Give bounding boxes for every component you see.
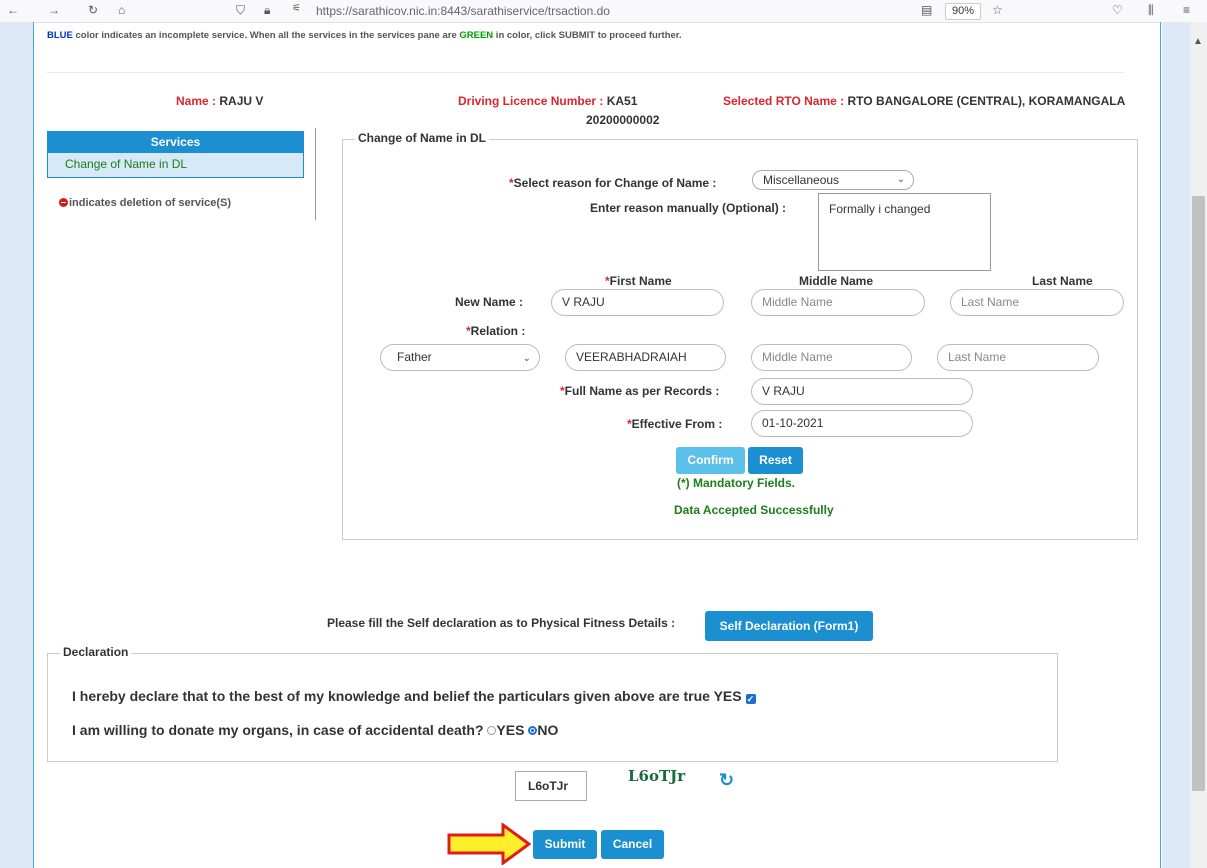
full-name-label: *Full Name as per Records : xyxy=(560,384,720,398)
manual-reason-textarea[interactable]: Formally i changed xyxy=(818,193,991,271)
chevron-down-icon: ⌄ xyxy=(896,174,905,185)
reader-view-icon[interactable]: ▤ xyxy=(921,3,932,17)
new-name-label: New Name : xyxy=(455,295,524,309)
permissions-icon[interactable]: ⚟ xyxy=(292,3,301,14)
refresh-captcha-icon[interactable]: ↻ xyxy=(719,770,734,791)
divider xyxy=(47,72,1124,73)
chevron-down-icon: ⌄ xyxy=(522,353,531,364)
first-name-header: *First Name xyxy=(605,274,672,288)
middle-name-header: Middle Name xyxy=(799,274,874,288)
home-icon[interactable]: ⌂ xyxy=(118,3,125,17)
effective-from-input[interactable]: 01-10-2021 xyxy=(751,410,973,437)
scrollbar-thumb[interactable] xyxy=(1192,196,1205,791)
forward-icon[interactable]: → xyxy=(48,3,60,17)
applicant-name: Name : RAJU V xyxy=(176,94,264,108)
declaration-fieldset xyxy=(47,653,1058,762)
shield-icon: ⛉ xyxy=(236,3,246,17)
new-middle-name-input[interactable]: Middle Name xyxy=(751,289,925,316)
pocket-icon[interactable]: ♡ xyxy=(1112,3,1123,17)
relation-label: *Relation : xyxy=(466,324,526,338)
cancel-button[interactable]: Cancel xyxy=(601,830,664,859)
submit-button[interactable]: Submit xyxy=(533,830,597,859)
organ-no-radio[interactable] xyxy=(528,726,538,735)
relation-last-name-input[interactable]: Last Name xyxy=(937,344,1099,371)
declaration-legend: Declaration xyxy=(60,645,132,659)
reason-select[interactable]: Miscellaneous ⌄ xyxy=(752,170,914,190)
captcha-input[interactable]: L6oTJr xyxy=(515,771,587,801)
self-declaration-label: Please fill the Self declaration as to P… xyxy=(327,616,676,630)
reset-button[interactable]: Reset xyxy=(748,447,803,474)
url-bar[interactable]: https://sarathicov.nic.in:8443/sarathise… xyxy=(316,4,610,18)
relation-middle-name-input[interactable]: Middle Name xyxy=(751,344,912,371)
mandatory-note: (*) Mandatory Fields. xyxy=(677,476,796,490)
full-name-input[interactable]: V RAJU xyxy=(751,378,973,405)
services-pane: Services Change of Name in DL xyxy=(47,131,304,178)
back-icon[interactable]: ← xyxy=(7,3,19,17)
relation-first-name-input[interactable]: VEERABHADRAIAH xyxy=(565,344,726,371)
captcha-image: L6oTJr xyxy=(628,767,686,785)
service-item-change-of-name[interactable]: Change of Name in DL xyxy=(48,153,303,177)
instruction-text: BLUE color indicates an incomplete servi… xyxy=(47,30,682,41)
relation-select[interactable]: Father ⌄ xyxy=(380,344,540,371)
selected-rto: Selected RTO Name : RTO BANGALORE (CENTR… xyxy=(723,94,1126,108)
menu-icon[interactable]: ≡ xyxy=(1183,3,1190,17)
page-margin-left xyxy=(0,22,33,868)
organ-donation-question: I am willing to donate my organs, in cas… xyxy=(72,722,559,738)
dl-number-continued: 20200000002 xyxy=(586,113,660,127)
new-last-name-input[interactable]: Last Name xyxy=(950,289,1124,316)
effective-from-label: *Effective From : xyxy=(627,417,723,431)
scroll-up-icon[interactable]: ▲ xyxy=(1193,36,1203,47)
confirm-button[interactable]: Confirm xyxy=(676,447,745,474)
zoom-level[interactable]: 90% xyxy=(945,3,981,20)
deletion-note: indicates deletion of service(S) xyxy=(59,197,231,209)
delete-icon xyxy=(59,198,68,207)
fieldset-legend: Change of Name in DL xyxy=(355,131,490,145)
declaration-checkbox[interactable]: ✓ xyxy=(745,694,756,704)
page-margin-right xyxy=(1162,22,1190,868)
bookmark-star-icon[interactable]: ☆ xyxy=(992,3,1003,17)
declaration-true-statement: I hereby declare that to the best of my … xyxy=(72,688,756,704)
services-title: Services xyxy=(48,132,303,153)
self-declaration-button[interactable]: Self Declaration (Form1) xyxy=(705,611,873,641)
last-name-header: Last Name xyxy=(1032,274,1093,288)
library-icon[interactable]: ⫼ xyxy=(1148,3,1154,18)
success-message: Data Accepted Successfully xyxy=(674,503,834,517)
pointer-arrow-icon xyxy=(447,823,531,865)
vertical-divider xyxy=(315,128,316,220)
reason-label: *Select reason for Change of Name : xyxy=(509,176,717,190)
dl-number: Driving Licence Number : KA51 xyxy=(458,94,638,108)
new-first-name-input[interactable]: V RAJU xyxy=(551,289,724,316)
manual-reason-label: Enter reason manually (Optional) : xyxy=(590,201,787,215)
browser-toolbar: ← → ↻ ⌂ ⛉ 🔒︎ ⚟ https://sarathicov.nic.in… xyxy=(0,0,1207,23)
lock-icon[interactable]: 🔒︎ xyxy=(264,3,270,18)
reload-icon[interactable]: ↻ xyxy=(88,3,98,17)
